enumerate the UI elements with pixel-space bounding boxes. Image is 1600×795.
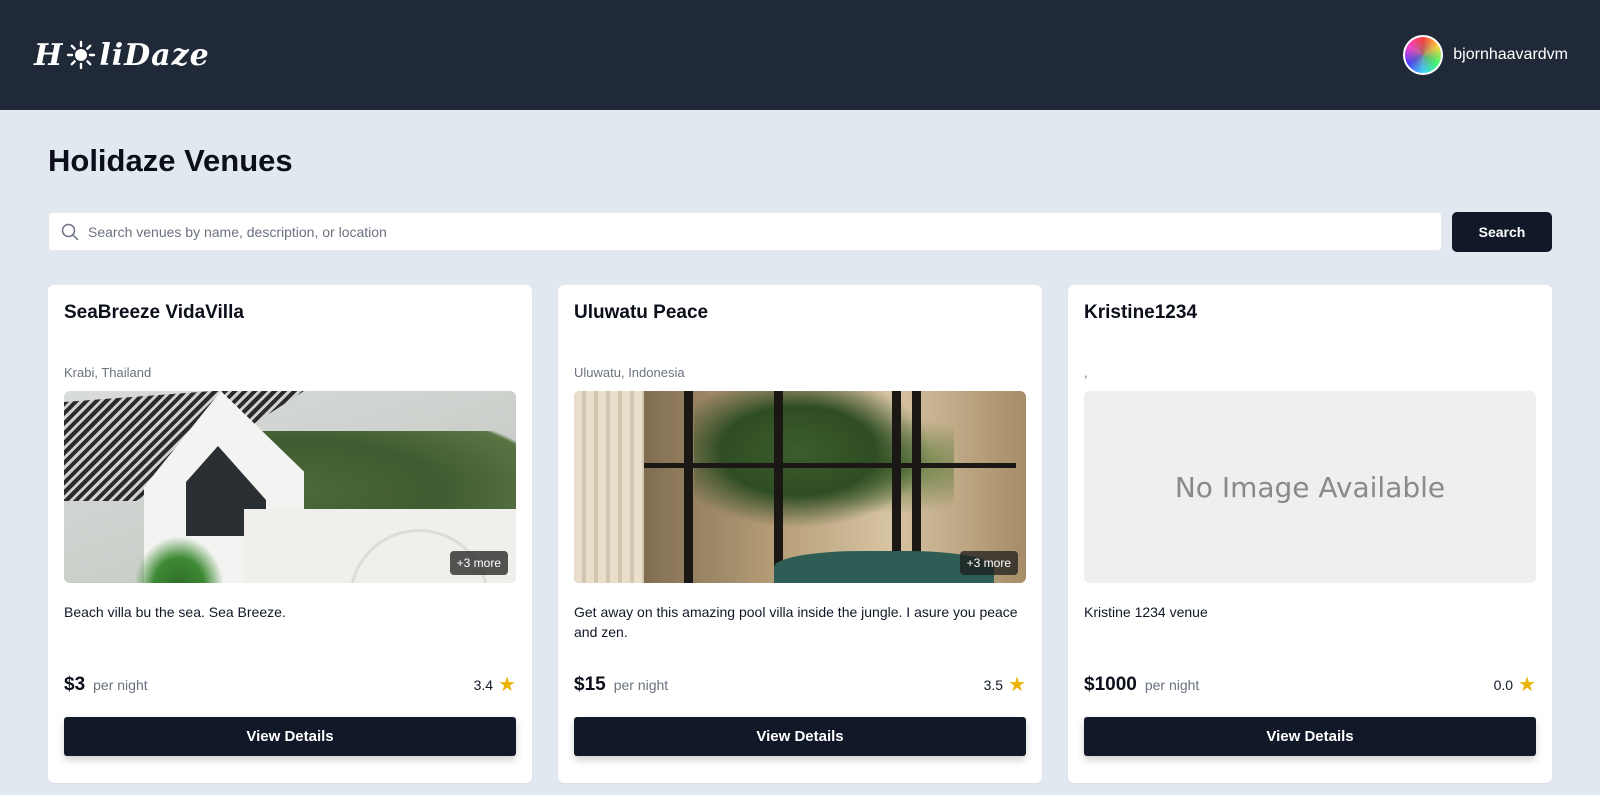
rating-value: 3.5: [983, 677, 1004, 693]
venue-card: Kristine1234 , No Image Available Kristi…: [1068, 285, 1552, 783]
username[interactable]: bjornhaavardvm: [1453, 46, 1568, 64]
rating-value: 3.4: [473, 677, 494, 693]
venue-name[interactable]: Uluwatu Peace: [574, 302, 1026, 324]
search-box[interactable]: [48, 212, 1442, 251]
user-menu[interactable]: bjornhaavardvm: [1403, 35, 1568, 75]
venue-rating: 3.4 ★: [474, 675, 516, 695]
search-input[interactable]: [88, 223, 1441, 240]
venue-image[interactable]: +3 more: [574, 391, 1026, 583]
venue-rating: 0.0 ★: [1494, 675, 1536, 695]
no-image-text: No Image Available: [1174, 470, 1446, 504]
venue-description: Get away on this amazing pool villa insi…: [574, 604, 1018, 640]
venue-card: SeaBreeze VidaVilla Krabi, Thailand +3 m…: [48, 285, 532, 783]
price-amount: $3: [64, 674, 86, 695]
venue-location: ,: [1084, 365, 1088, 380]
venue-name[interactable]: SeaBreeze VidaVilla: [64, 302, 516, 324]
top-bar: H liDaze bjornhaavardvm: [0, 0, 1600, 110]
page-title: Holidaze Venues: [48, 143, 293, 178]
venue-price: $3 per night: [64, 674, 148, 696]
more-images-badge[interactable]: +3 more: [959, 551, 1018, 575]
search-icon: [61, 223, 79, 240]
search-button[interactable]: Search: [1452, 212, 1552, 252]
star-icon: ★: [498, 674, 516, 696]
venue-location: Uluwatu, Indonesia: [574, 365, 685, 380]
logo-text-left: H: [34, 37, 64, 73]
sun-icon: [67, 40, 96, 70]
view-details-button[interactable]: View Details: [1084, 717, 1536, 756]
venue-footer: $15 per night 3.5 ★: [574, 674, 1026, 696]
venue-price: $15 per night: [574, 674, 668, 696]
price-unit: per night: [93, 677, 148, 693]
price-amount: $1000: [1084, 674, 1137, 695]
venue-location: Krabi, Thailand: [64, 365, 152, 380]
venue-footer: $1000 per night 0.0 ★: [1084, 674, 1536, 696]
venue-image[interactable]: +3 more: [64, 391, 516, 583]
view-details-button[interactable]: View Details: [574, 717, 1026, 756]
venue-card: Uluwatu Peace Uluwatu, Indonesia +3 more…: [558, 285, 1042, 783]
venue-image-placeholder[interactable]: No Image Available: [1084, 391, 1536, 583]
logo[interactable]: H liDaze: [34, 38, 210, 73]
logo-text-right: liDaze: [99, 37, 210, 73]
star-icon: ★: [1518, 674, 1536, 696]
price-unit: per night: [1144, 677, 1200, 693]
venue-footer: $3 per night 3.4 ★: [64, 674, 516, 696]
avatar[interactable]: [1403, 35, 1444, 75]
search-bar: Search: [48, 212, 1552, 252]
star-icon: ★: [1008, 674, 1026, 696]
venue-grid: SeaBreeze VidaVilla Krabi, Thailand +3 m…: [48, 285, 1552, 783]
venue-price: $1000 per night: [1084, 674, 1199, 696]
view-details-button[interactable]: View Details: [64, 717, 516, 756]
price-amount: $15: [574, 674, 606, 695]
main-content: Holidaze Venues Search SeaBreeze VidaVil…: [0, 143, 1600, 783]
venue-name[interactable]: Kristine1234: [1084, 302, 1536, 324]
venue-description: Beach villa bu the sea. Sea Breeze.: [64, 604, 286, 620]
rating-value: 0.0: [1493, 677, 1514, 693]
venue-description: Kristine 1234 venue: [1084, 604, 1208, 620]
price-unit: per night: [613, 677, 669, 693]
venue-rating: 3.5 ★: [984, 675, 1026, 695]
more-images-badge[interactable]: +3 more: [449, 551, 508, 575]
